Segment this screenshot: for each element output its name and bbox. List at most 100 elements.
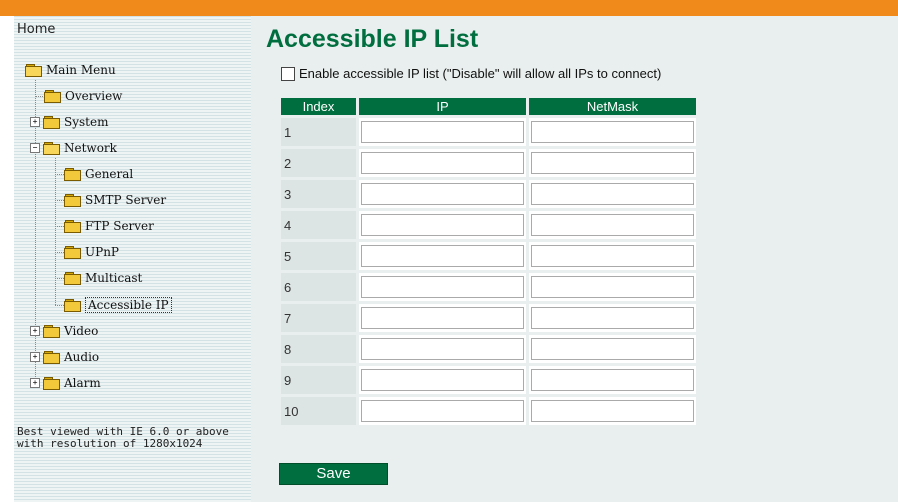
ip-input[interactable] xyxy=(361,400,524,422)
ip-cell xyxy=(359,273,526,301)
row-index: 10 xyxy=(281,397,356,425)
table-row: 1 xyxy=(281,118,696,146)
folder-open-icon xyxy=(25,64,42,77)
netmask-input[interactable] xyxy=(531,183,694,205)
tree-line xyxy=(55,226,64,227)
enable-accessible-ip-checkbox[interactable] xyxy=(281,66,295,81)
sidebar-item-label: Accessible IP xyxy=(85,297,172,313)
ip-input[interactable] xyxy=(361,121,524,143)
ip-cell xyxy=(359,304,526,332)
sidebar-item-video[interactable]: + Video xyxy=(30,321,98,341)
folder-icon xyxy=(64,299,81,312)
tree-line xyxy=(55,278,64,279)
ip-cell xyxy=(359,335,526,363)
sidebar-item-general[interactable]: General xyxy=(64,164,133,184)
sidebar-item-system[interactable]: + System xyxy=(30,112,108,132)
netmask-input[interactable] xyxy=(531,214,694,236)
row-index: 7 xyxy=(281,304,356,332)
top-banner xyxy=(0,0,898,16)
tree-line xyxy=(55,158,56,305)
ip-input[interactable] xyxy=(361,369,524,391)
folder-icon xyxy=(43,116,60,129)
ip-input[interactable] xyxy=(361,245,524,267)
ip-cell xyxy=(359,211,526,239)
ip-input[interactable] xyxy=(361,338,524,360)
ip-input[interactable] xyxy=(361,276,524,298)
enable-row: Enable accessible IP list ("Disable" wil… xyxy=(281,66,661,81)
tree-line xyxy=(55,252,64,253)
sidebar-item-alarm[interactable]: + Alarm xyxy=(30,373,101,393)
row-index: 3 xyxy=(281,180,356,208)
sidebar-item-accessible-ip[interactable]: Accessible IP xyxy=(64,295,172,315)
tree-line xyxy=(55,305,64,306)
folder-icon xyxy=(44,90,61,103)
expand-plus-icon[interactable]: + xyxy=(30,117,40,127)
sidebar-item-label: Network xyxy=(64,141,117,155)
netmask-input[interactable] xyxy=(531,276,694,298)
browser-recommendation-note: Best viewed with IE 6.0 or above with re… xyxy=(17,425,229,450)
enable-accessible-ip-label: Enable accessible IP list ("Disable" wil… xyxy=(299,66,662,81)
row-index: 4 xyxy=(281,211,356,239)
sidebar-item-network[interactable]: − Network xyxy=(30,138,117,158)
expand-plus-icon[interactable]: + xyxy=(30,378,40,388)
sidebar-item-label: Audio xyxy=(64,350,100,364)
folder-icon xyxy=(64,168,81,181)
ip-cell xyxy=(359,180,526,208)
sidebar-item-label: FTP Server xyxy=(85,219,154,233)
table-row: 4 xyxy=(281,211,696,239)
save-button[interactable]: Save xyxy=(279,463,388,485)
sidebar-item-main-menu[interactable]: Main Menu xyxy=(25,60,116,80)
ip-cell xyxy=(359,366,526,394)
netmask-cell xyxy=(529,211,696,239)
folder-icon xyxy=(64,246,81,259)
table-header-row: Index IP NetMask xyxy=(281,98,696,115)
netmask-cell xyxy=(529,366,696,394)
column-header-ip: IP xyxy=(359,98,526,115)
sidebar-item-audio[interactable]: + Audio xyxy=(30,347,99,367)
netmask-input[interactable] xyxy=(531,369,694,391)
column-header-index: Index xyxy=(281,98,356,115)
netmask-input[interactable] xyxy=(531,152,694,174)
ip-cell xyxy=(359,242,526,270)
row-index: 5 xyxy=(281,242,356,270)
netmask-input[interactable] xyxy=(531,245,694,267)
left-margin xyxy=(0,16,14,502)
sidebar-item-smtp-server[interactable]: SMTP Server xyxy=(64,190,166,210)
table-row: 9 xyxy=(281,366,696,394)
sidebar-item-upnp[interactable]: UPnP xyxy=(64,242,119,262)
sidebar-item-overview[interactable]: Overview xyxy=(44,86,122,106)
netmask-input[interactable] xyxy=(531,307,694,329)
table-row: 5 xyxy=(281,242,696,270)
ip-input[interactable] xyxy=(361,152,524,174)
netmask-cell xyxy=(529,273,696,301)
sidebar-item-label: SMTP Server xyxy=(85,193,167,207)
collapse-minus-icon[interactable]: − xyxy=(30,143,40,153)
row-index: 2 xyxy=(281,149,356,177)
table-row: 7 xyxy=(281,304,696,332)
row-index: 8 xyxy=(281,335,356,363)
netmask-input[interactable] xyxy=(531,400,694,422)
sidebar-home-link[interactable]: Home xyxy=(17,22,55,37)
netmask-cell xyxy=(529,304,696,332)
table-row: 8 xyxy=(281,335,696,363)
expand-plus-icon[interactable]: + xyxy=(30,352,40,362)
netmask-input[interactable] xyxy=(531,121,694,143)
ip-cell xyxy=(359,118,526,146)
accessible-ip-table: Index IP NetMask 1 2 3 4 5 6 7 8 9 10 xyxy=(278,95,699,428)
ip-input[interactable] xyxy=(361,183,524,205)
expand-plus-icon[interactable]: + xyxy=(30,326,40,336)
ip-input[interactable] xyxy=(361,214,524,236)
ip-input[interactable] xyxy=(361,307,524,329)
column-header-netmask: NetMask xyxy=(529,98,696,115)
tree-line xyxy=(55,200,64,201)
netmask-cell xyxy=(529,118,696,146)
netmask-input[interactable] xyxy=(531,338,694,360)
folder-icon xyxy=(43,377,60,390)
sidebar-item-label: Main Menu xyxy=(46,63,116,77)
sidebar-item-ftp-server[interactable]: FTP Server xyxy=(64,216,154,236)
sidebar-item-multicast[interactable]: Multicast xyxy=(64,268,142,288)
folder-icon xyxy=(64,220,81,233)
tree-line xyxy=(55,174,64,175)
row-index: 9 xyxy=(281,366,356,394)
netmask-cell xyxy=(529,242,696,270)
